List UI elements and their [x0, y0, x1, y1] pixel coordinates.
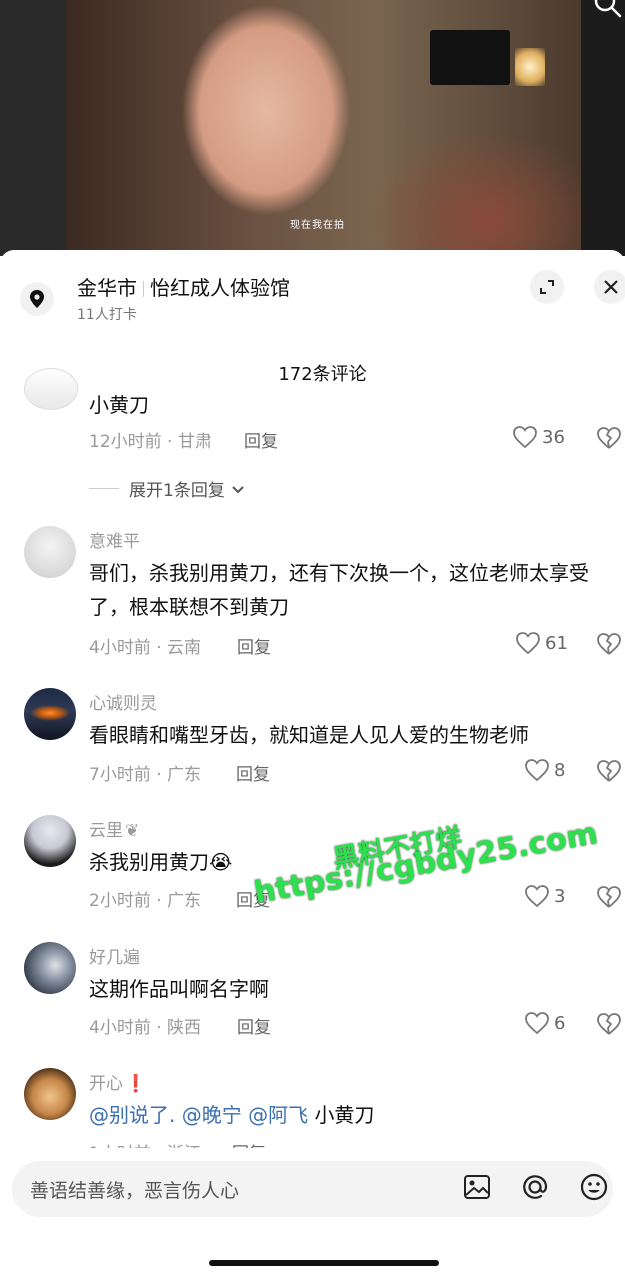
crying-emoji: 😭: [209, 850, 233, 874]
expand-label: 展开1条回复: [129, 481, 225, 501]
comment-text: 哥们，杀我别用黄刀，还有下次换一个，这位老师太享受了，根本联想不到黄刀: [89, 561, 589, 619]
close-button[interactable]: [594, 270, 625, 304]
comment-username[interactable]: 开心 ❗: [89, 1069, 146, 1094]
comment-meta: 12小时前 · 甘肃: [89, 432, 212, 452]
reply-button[interactable]: 回复: [237, 1013, 271, 1038]
like-button[interactable]: 36: [512, 425, 565, 449]
reply-button[interactable]: 回复: [237, 633, 271, 658]
comment-meta: 7小时前 · 广东: [89, 765, 202, 785]
heart-icon: [513, 426, 537, 449]
comment-username[interactable]: 好几遍: [89, 943, 140, 968]
comment-username[interactable]: 云里 ❦: [89, 816, 139, 841]
video-subtitle: 现在我在拍: [290, 220, 345, 231]
comment-text: 小黄刀: [89, 393, 149, 414]
comment-meta: 2小时前 · 广东: [89, 891, 202, 911]
heart-icon: [525, 759, 549, 782]
mention-link[interactable]: @晚宁: [182, 1103, 242, 1127]
comment-input-placeholder[interactable]: 善语结善缘，恶言伤人心: [30, 1176, 239, 1203]
heart-icon: [525, 885, 549, 908]
like-button[interactable]: 3: [524, 884, 565, 908]
expand-line: [89, 488, 119, 489]
expand-replies[interactable]: 展开1条回复: [89, 476, 247, 501]
like-count: 3: [554, 885, 566, 907]
emoji-icon[interactable]: [579, 1172, 609, 1202]
comment-text: 这期作品叫啊名字啊: [89, 977, 269, 1001]
expand-button[interactable]: [530, 270, 564, 304]
video-side-panel: [581, 0, 625, 256]
avatar[interactable]: [24, 368, 78, 410]
like-count: 36: [542, 426, 565, 448]
expand-icon: [540, 280, 554, 294]
broken-heart-icon[interactable]: [596, 425, 622, 451]
location-title[interactable]: 金华市 怡红成人体验馆: [77, 272, 290, 301]
comment-text-body: 杀我别用黄刀: [89, 850, 209, 874]
like-count: 61: [545, 632, 568, 654]
reply-button[interactable]: 回复: [236, 760, 270, 785]
like-button[interactable]: 61: [515, 631, 568, 655]
avatar[interactable]: [24, 688, 76, 740]
avatar[interactable]: [24, 942, 76, 994]
broken-heart-icon[interactable]: [596, 758, 622, 784]
video-background-tv: [430, 30, 510, 85]
location-checkins: 11人打卡: [77, 307, 137, 323]
like-button[interactable]: 8: [524, 758, 565, 782]
heart-icon: [516, 632, 540, 655]
like-button[interactable]: 6: [524, 1011, 565, 1035]
comment-username[interactable]: 心诚则灵: [89, 689, 157, 714]
reply-button[interactable]: 回复: [244, 427, 278, 452]
comment-username-text: 云里: [89, 821, 123, 841]
comment-username-text: 开心: [89, 1074, 123, 1094]
username-badge: ❗: [125, 1074, 147, 1094]
comment-text-body: 小黄刀: [314, 1103, 375, 1127]
like-count: 8: [554, 759, 566, 781]
close-icon: [604, 280, 618, 294]
location-city: 金华市: [77, 276, 137, 300]
broken-heart-icon[interactable]: [596, 631, 622, 657]
chevron-down-icon: [232, 485, 244, 493]
broken-heart-icon[interactable]: [596, 884, 622, 910]
home-indicator: [209, 1260, 439, 1266]
at-icon[interactable]: [520, 1172, 550, 1202]
avatar[interactable]: [24, 815, 76, 867]
location-pin-icon: [20, 282, 54, 316]
avatar[interactable]: [24, 526, 76, 578]
heart-icon: [525, 1012, 549, 1035]
avatar[interactable]: [24, 1068, 76, 1120]
mention-link[interactable]: @阿飞: [248, 1103, 308, 1127]
like-count: 6: [554, 1012, 566, 1034]
image-icon[interactable]: [462, 1172, 492, 1202]
comment-text: @别说了. @晚宁 @阿飞 小黄刀: [89, 1098, 614, 1132]
location-divider: [143, 281, 144, 297]
comment-text: 看眼睛和嘴型牙齿，就知道是人见人爱的生物老师: [89, 723, 529, 747]
comment-username[interactable]: 意难平: [89, 527, 140, 552]
search-icon[interactable]: [592, 0, 622, 18]
comment-meta: 4小时前 · 云南: [89, 638, 202, 658]
username-badge: ❦: [125, 821, 140, 841]
video-background-lamp: [515, 48, 545, 86]
video-player[interactable]: 现在我在拍: [0, 0, 625, 256]
comment-meta: 4小时前 · 陕西: [89, 1018, 202, 1038]
mention-link[interactable]: @别说了.: [89, 1103, 175, 1127]
comment-count: 172条评论: [278, 364, 367, 385]
location-place: 怡红成人体验馆: [150, 276, 290, 300]
broken-heart-icon[interactable]: [596, 1011, 622, 1037]
